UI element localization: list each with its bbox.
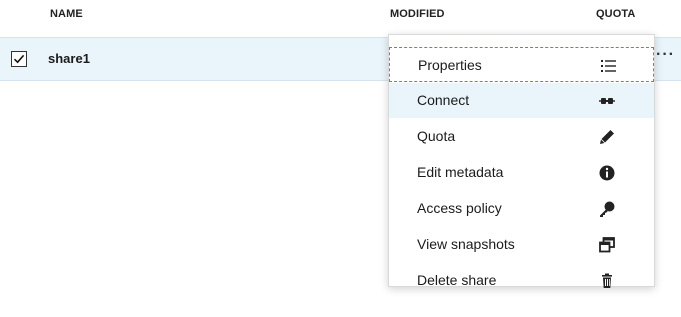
menu-item-connect[interactable]: Connect xyxy=(389,83,654,118)
column-header-name[interactable]: NAME xyxy=(50,8,83,20)
menu-item-label: Access policy xyxy=(417,200,502,216)
menu-item-quota[interactable]: Quota xyxy=(389,119,654,154)
menu-item-properties[interactable]: Properties xyxy=(389,47,654,82)
snapshot-icon xyxy=(599,237,615,253)
plug-icon xyxy=(599,98,615,104)
column-header-quota[interactable]: QUOTA xyxy=(596,8,635,20)
menu-item-label: Connect xyxy=(417,92,470,108)
more-actions-button[interactable]: ··· xyxy=(656,46,675,64)
menu-item-label: Delete share xyxy=(417,272,497,288)
menu-item-access-policy[interactable]: Access policy xyxy=(389,191,654,226)
row-checkbox[interactable] xyxy=(11,51,27,67)
key-icon xyxy=(600,201,615,217)
menu-item-label: Edit metadata xyxy=(417,164,504,180)
pencil-icon xyxy=(600,130,614,144)
menu-item-label: View snapshots xyxy=(417,236,515,252)
checkmark-icon xyxy=(13,54,25,64)
list-icon xyxy=(601,60,616,72)
list-header: NAME MODIFIED QUOTA xyxy=(0,0,681,36)
menu-item-delete-share[interactable]: Delete share xyxy=(389,263,654,298)
share-name[interactable]: share1 xyxy=(48,51,90,66)
menu-item-edit-metadata[interactable]: Edit metadata xyxy=(389,155,654,190)
column-header-modified[interactable]: MODIFIED xyxy=(390,8,445,20)
trash-icon xyxy=(602,273,612,288)
menu-item-label: Quota xyxy=(417,128,456,144)
info-icon xyxy=(599,165,615,181)
menu-item-view-snapshots[interactable]: View snapshots xyxy=(389,227,654,262)
file-share-list: NAME MODIFIED QUOTA share1 ··· Propertie… xyxy=(0,0,681,317)
context-menu: Properties Connect Quota Edit metadata A… xyxy=(388,34,655,288)
menu-item-label: Properties xyxy=(418,57,482,73)
